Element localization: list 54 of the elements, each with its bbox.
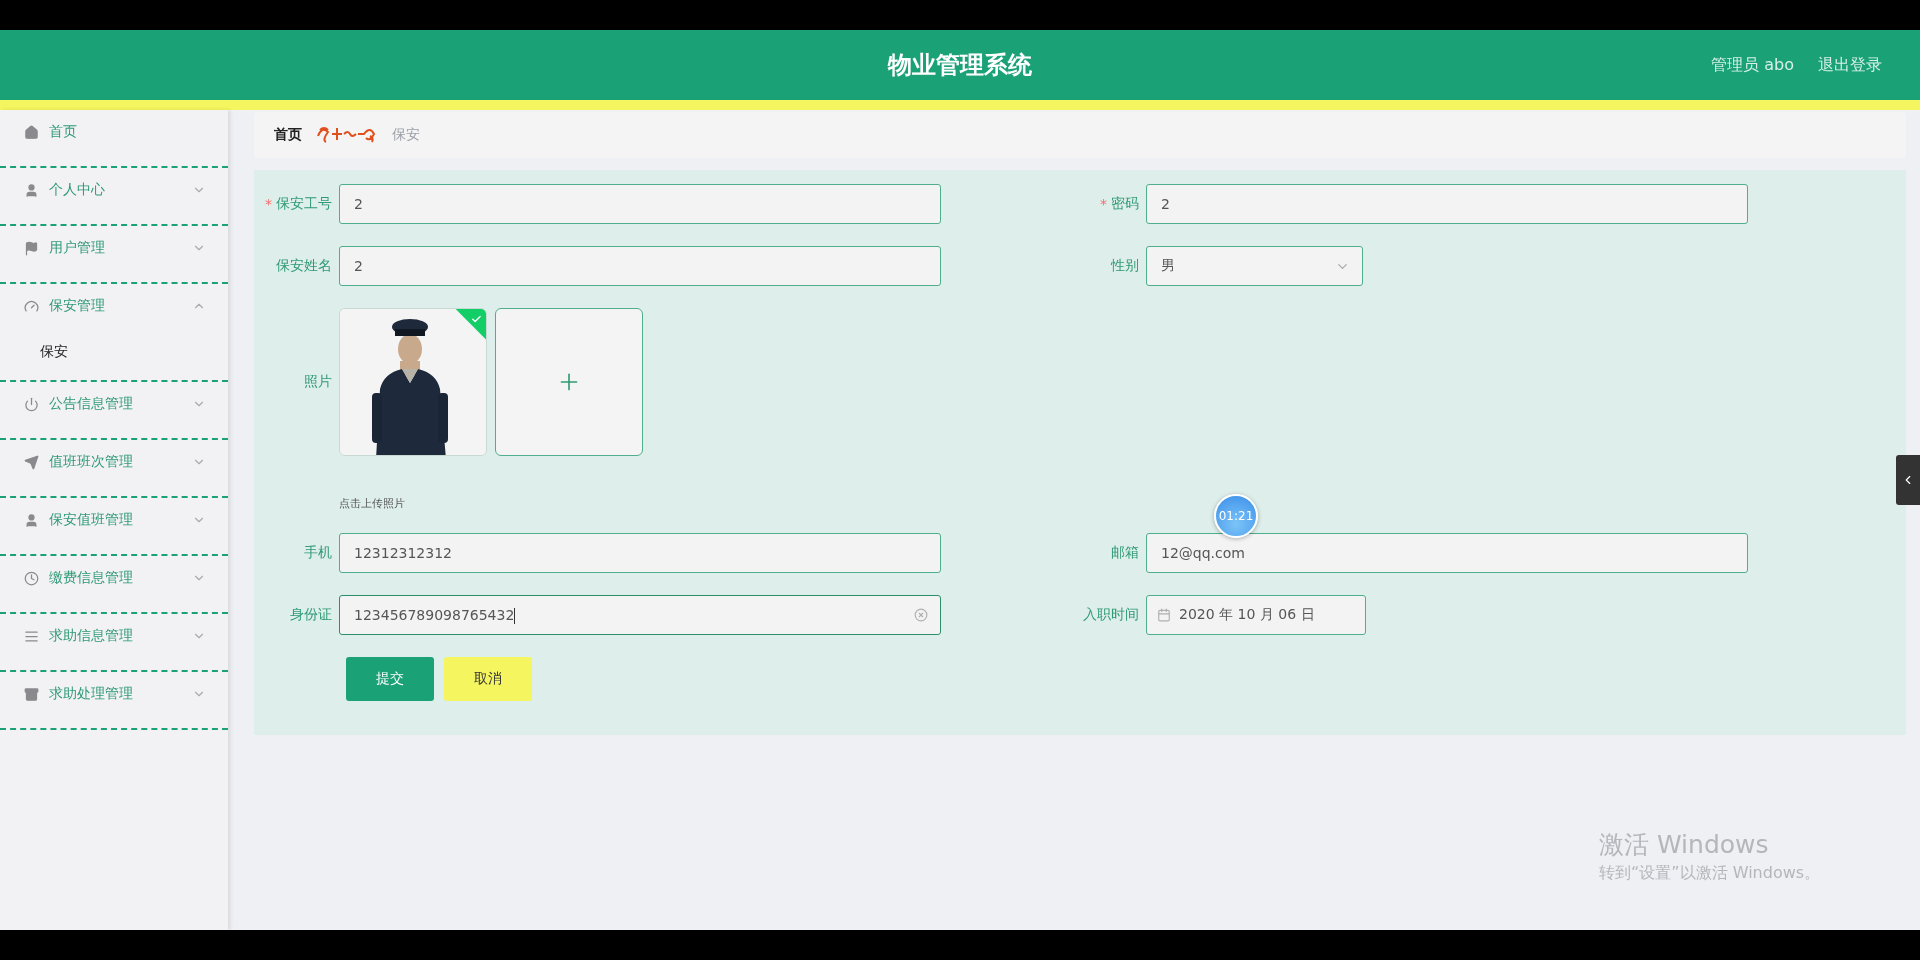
menu-icon <box>24 182 39 198</box>
menu-icon <box>24 124 39 140</box>
text-input[interactable]: 2 <box>339 184 941 224</box>
field-label: 密码 <box>1111 195 1139 213</box>
menu-icon <box>24 396 39 412</box>
breadcrumb-link[interactable]: 首页 <box>274 126 302 144</box>
field-label: 保安姓名 <box>276 257 332 275</box>
upload-button[interactable] <box>495 308 643 456</box>
select-input[interactable]: 男 <box>1146 246 1363 286</box>
menu-icon <box>24 686 39 702</box>
menu-icon <box>24 512 39 528</box>
logout-link[interactable]: 退出登录 <box>1818 54 1882 76</box>
sidebar-item[interactable]: 首页 <box>0 104 228 160</box>
menu-icon <box>24 298 39 314</box>
text-input[interactable]: 2 <box>1146 184 1748 224</box>
text-input[interactable]: 123456789098765432 <box>339 595 941 635</box>
sidebar-item[interactable]: 值班班次管理 <box>0 434 228 490</box>
sidebar-item[interactable]: 保安管理 <box>0 278 228 334</box>
calendar-icon <box>1157 608 1171 622</box>
field-label: 照片 <box>304 373 332 391</box>
field-label: 邮箱 <box>1111 544 1139 562</box>
cancel-button[interactable]: 取消 <box>444 657 532 701</box>
menu-icon <box>24 628 39 644</box>
clear-icon[interactable] <box>914 608 928 622</box>
breadcrumb-link[interactable]: 保安 <box>392 126 420 144</box>
sidebar-item[interactable]: 缴费信息管理 <box>0 550 228 606</box>
required-mark: * <box>1100 196 1107 212</box>
sidebar-item[interactable]: 保安值班管理 <box>0 492 228 548</box>
field-label: 手机 <box>304 544 332 562</box>
sidebar-item[interactable]: 求助处理管理 <box>0 666 228 722</box>
side-toggle[interactable] <box>1896 455 1920 505</box>
text-input[interactable]: 2 <box>339 246 941 286</box>
menu-icon <box>24 570 39 586</box>
sidebar-item[interactable]: 个人中心 <box>0 162 228 218</box>
text-input[interactable]: 12@qq.com <box>1146 533 1748 573</box>
text-input[interactable]: 12312312312 <box>339 533 941 573</box>
menu-icon <box>24 454 39 470</box>
required-mark: * <box>265 196 272 212</box>
field-label: 保安工号 <box>276 195 332 213</box>
sidebar-item[interactable]: 求助信息管理 <box>0 608 228 664</box>
app-title: 物业管理系统 <box>888 50 1032 81</box>
submenu-item[interactable]: 保安 <box>0 334 228 370</box>
submit-button[interactable]: 提交 <box>346 657 434 701</box>
menu-icon <box>24 240 39 256</box>
field-label: 性别 <box>1111 257 1139 275</box>
activation-message: 转到“设置”以激活 Windows。 <box>1599 863 1821 884</box>
date-input[interactable]: 2020 年 10 月 06 日 <box>1146 595 1366 635</box>
activation-title: 激活 Windows <box>1599 829 1770 861</box>
upload-hint: 点击上传照片 <box>339 496 406 511</box>
sidebar-item[interactable]: 公告信息管理 <box>0 376 228 432</box>
user-name: 管理员 abo <box>1711 54 1794 76</box>
field-label: 身份证 <box>290 606 332 624</box>
field-label: 入职时间 <box>1083 606 1139 624</box>
sidebar-item[interactable]: 用户管理 <box>0 220 228 276</box>
